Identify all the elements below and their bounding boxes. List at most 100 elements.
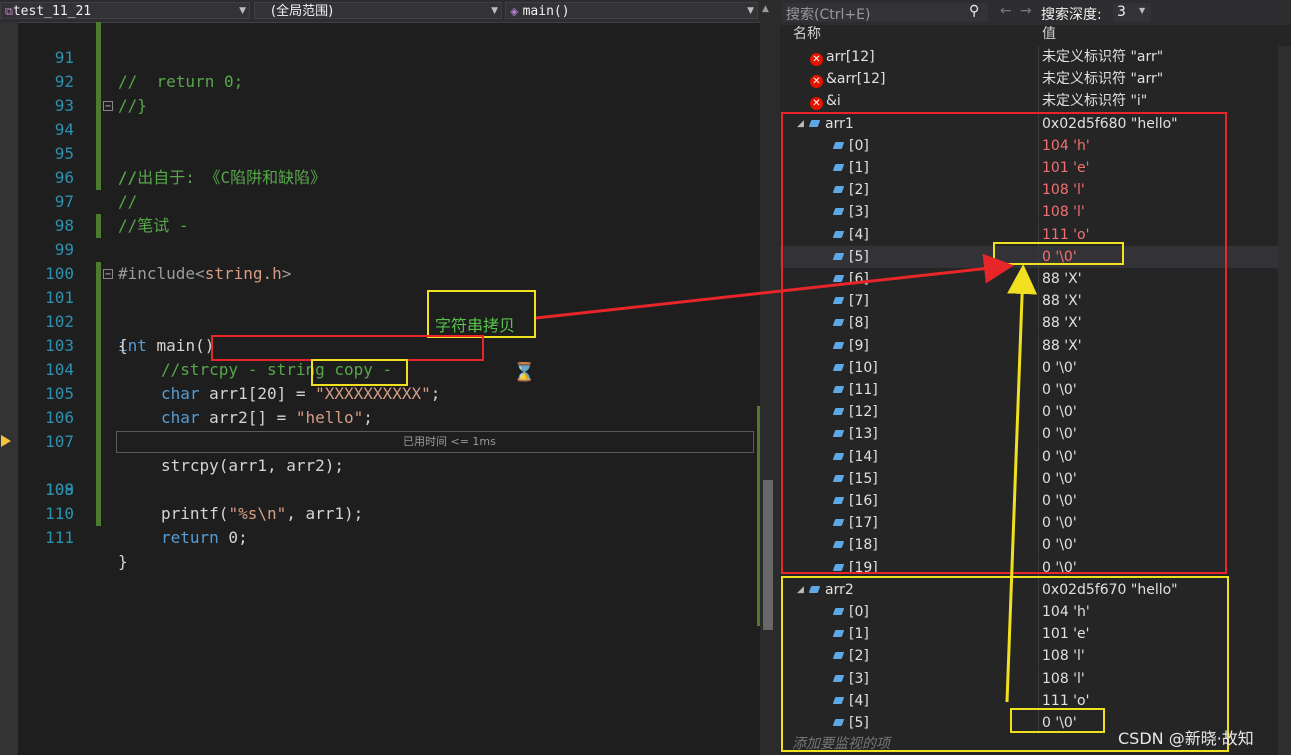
code-line[interactable]: 111 } xyxy=(0,502,760,571)
scrollbar-thumb[interactable] xyxy=(763,480,773,630)
code-line[interactable]: 98 xyxy=(0,190,760,235)
column-separator xyxy=(1038,490,1039,512)
watch-row-error[interactable]: ✕ arr[12] 未定义标识符 "arr" xyxy=(780,46,1291,68)
watch-row-arr1-item[interactable]: [18] 0 '\0' xyxy=(780,534,1291,557)
watch-row-arr1-item[interactable]: [5] 0 '\0' xyxy=(780,245,1291,268)
code-line[interactable]: 105 char arr2[] = "hello"; xyxy=(0,358,760,427)
code-line[interactable]: 93 xyxy=(0,70,760,115)
watch-row-arr1-item[interactable]: [14] 0 '\0' xyxy=(780,445,1291,468)
variable-icon xyxy=(832,497,845,504)
watch-name: [1] xyxy=(832,623,869,645)
watch-row-arr1[interactable]: ◢ arr1 0x02d5f680 "hello" xyxy=(780,112,1291,135)
column-separator xyxy=(1038,112,1039,135)
code-line[interactable]: 103 //strcpy - string copy - xyxy=(0,310,760,379)
code-line[interactable]: 102 { xyxy=(0,286,760,355)
watch-value: 0 '\0' xyxy=(1042,248,1077,265)
watch-row-arr1-item[interactable]: [7] 88 'X' xyxy=(780,290,1291,313)
watch-scrollbar[interactable] xyxy=(1278,46,1291,755)
variable-icon xyxy=(808,585,821,593)
variable-icon xyxy=(832,408,845,416)
watch-row-arr1-item[interactable]: [10] 0 '\0' xyxy=(780,356,1291,379)
code-line-current[interactable]: 108 printf("%s\n", arr1); 已用时间 <= 1ms xyxy=(0,430,760,523)
code-line[interactable]: 109 xyxy=(0,454,760,499)
column-separator xyxy=(1038,268,1039,290)
code-editor[interactable]: ⧉test_11_21 ▼ (全局范围) ▼ ◈ main() ▼ 91 // … xyxy=(0,0,760,755)
code-line[interactable]: 101 − int main() xyxy=(0,262,760,355)
watch-row-arr2-item[interactable]: [1] 101 'e' xyxy=(780,623,1291,646)
expand-triangle-icon[interactable]: ◢ xyxy=(797,579,804,601)
editor-vertical-scrollbar[interactable]: ▲ xyxy=(760,0,780,755)
collapse-toggle-icon[interactable]: − xyxy=(103,269,113,280)
search-icon[interactable]: ⚲ xyxy=(969,3,979,19)
code-line[interactable]: 91 // return 0; xyxy=(0,22,760,91)
code-line[interactable]: 99 #include<string.h> xyxy=(0,214,760,283)
expand-triangle-icon[interactable]: ◢ xyxy=(797,113,804,135)
code-line[interactable]: 107 strcpy(arr1, arr2); xyxy=(0,406,760,475)
variable-icon xyxy=(832,541,845,549)
watch-value: 108 'l' xyxy=(1042,204,1085,221)
code-line[interactable]: 100 xyxy=(0,238,760,283)
watch-row-arr1-item[interactable]: [17] 0 '\0' xyxy=(780,512,1291,535)
error-icon: ✕ xyxy=(810,97,823,111)
variable-icon xyxy=(832,430,845,438)
watch-name: [10] xyxy=(832,357,878,379)
watch-name: [3] xyxy=(832,668,869,690)
watch-row-arr1-item[interactable]: [9] 88 'X' xyxy=(780,334,1291,357)
code-line[interactable]: 94 − // xyxy=(0,94,760,187)
column-separator xyxy=(1038,601,1039,623)
watch-row-arr2-item[interactable]: [0] 104 'h' xyxy=(780,601,1291,623)
watch-value: 0x02d5f680 "hello" xyxy=(1042,115,1178,132)
watch-name: [19] xyxy=(832,557,878,579)
code-line[interactable]: 95 //出自于: 《C陷阱和缺陷》 xyxy=(0,118,760,187)
watch-row-arr2[interactable]: ◢ arr2 0x02d5f670 "hello" xyxy=(780,578,1291,601)
column-header-value[interactable]: 值 xyxy=(1042,24,1056,44)
column-header-name[interactable]: 名称 xyxy=(793,24,821,44)
watch-toolbar: 搜索(Ctrl+E) ⚲ ← → 搜索深度: 3 ▼ xyxy=(780,0,1291,25)
scroll-up-icon[interactable]: ▲ xyxy=(762,4,769,14)
variable-icon xyxy=(832,652,845,660)
watch-row-arr2-item[interactable]: [4] 111 'o' xyxy=(780,689,1291,712)
code-line[interactable]: 96 // xyxy=(0,142,760,211)
watch-row-arr1-item[interactable]: [11] 0 '\0' xyxy=(780,379,1291,401)
watch-value: 0 '\0' xyxy=(1042,515,1077,532)
watch-row-arr1-item[interactable]: [0] 104 'h' xyxy=(780,134,1291,157)
member-dropdown[interactable]: ◈ main() ▼ xyxy=(505,2,758,19)
code-line[interactable]: 106 xyxy=(0,382,760,427)
watch-value: 104 'h' xyxy=(1042,137,1090,154)
code-line[interactable]: 92 //} xyxy=(0,46,760,115)
watch-row-arr2-item[interactable]: [2] 108 'l' xyxy=(780,645,1291,668)
code-line[interactable]: 110 return 0; xyxy=(0,478,760,547)
watch-value: 111 'o' xyxy=(1042,692,1090,709)
variable-icon xyxy=(832,230,845,238)
project-dropdown[interactable]: ⧉test_11_21 ▼ xyxy=(0,2,250,19)
watch-row-arr1-item[interactable]: [15] 0 '\0' xyxy=(780,467,1291,490)
watch-row-arr1-item[interactable]: [1] 101 'e' xyxy=(780,157,1291,179)
add-watch-item[interactable]: 添加要监视的项 xyxy=(792,733,890,753)
collapse-toggle-icon[interactable]: − xyxy=(103,101,113,112)
watch-row-error[interactable]: ✕ &i 未定义标识符 "i" xyxy=(780,90,1291,113)
watch-row-arr1-item[interactable]: [12] 0 '\0' xyxy=(780,401,1291,424)
watch-search-input[interactable]: 搜索(Ctrl+E) ⚲ xyxy=(783,3,988,23)
column-separator xyxy=(1038,68,1039,91)
code-line[interactable]: 104 char arr1[20] = "XXXXXXXXXX"; xyxy=(0,334,760,403)
watch-row-arr1-item[interactable]: [13] 0 '\0' xyxy=(780,423,1291,446)
watch-row-arr1-item[interactable]: [8] 88 'X' xyxy=(780,312,1291,335)
watch-row-arr1-item[interactable]: [2] 108 'l' xyxy=(780,179,1291,202)
watch-row-arr2-item[interactable]: [3] 108 'l' xyxy=(780,667,1291,690)
variable-icon xyxy=(808,119,821,127)
watch-row-arr1-item[interactable]: [3] 108 'l' xyxy=(780,201,1291,224)
watch-row-error[interactable]: ✕ &arr[12] 未定义标识符 "arr" xyxy=(780,68,1291,91)
back-arrow-icon[interactable]: ← xyxy=(1000,3,1012,19)
watch-row-arr1-item[interactable]: [16] 0 '\0' xyxy=(780,490,1291,512)
watch-name: [6] xyxy=(832,268,869,290)
column-separator xyxy=(1038,245,1039,268)
watch-row-arr1-item[interactable]: [19] 0 '\0' xyxy=(780,556,1291,579)
scope-dropdown[interactable]: (全局范围) ▼ xyxy=(254,2,502,19)
watch-value: 0 '\0' xyxy=(1042,559,1077,576)
perf-tip[interactable]: 已用时间 <= 1ms xyxy=(403,430,496,454)
search-depth-dropdown[interactable]: 3 ▼ xyxy=(1113,3,1151,22)
forward-arrow-icon[interactable]: → xyxy=(1020,3,1032,19)
code-line[interactable]: 97 //笔试 - xyxy=(0,166,760,235)
watch-row-arr1-item[interactable]: [6] 88 'X' xyxy=(780,268,1291,290)
watch-row-arr1-item[interactable]: [4] 111 'o' xyxy=(780,223,1291,246)
